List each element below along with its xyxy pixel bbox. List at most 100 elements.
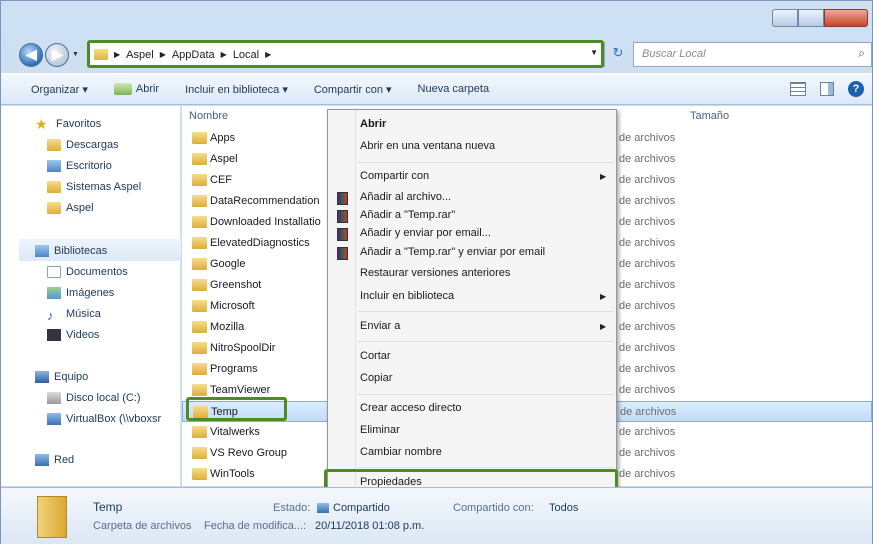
file-name: Programs bbox=[210, 363, 258, 375]
file-name: Google bbox=[210, 258, 246, 270]
file-name: DataRecommendation bbox=[210, 195, 320, 207]
view-options-icon[interactable] bbox=[790, 82, 806, 96]
file-type: de archivos bbox=[619, 258, 676, 270]
menu-item-add-to-temp-rar[interactable]: Añadir a "Temp.rar" bbox=[360, 209, 455, 229]
menu-item-create-shortcut[interactable]: Crear acceso directo bbox=[360, 402, 462, 422]
state-value: Compartido bbox=[317, 502, 390, 514]
menu-item-send-to[interactable]: Enviar a bbox=[360, 320, 400, 340]
menu-item-copy[interactable]: Copiar bbox=[360, 372, 392, 392]
maximize-button[interactable] bbox=[798, 9, 824, 27]
file-type: de archivos bbox=[620, 406, 677, 418]
menu-item-delete[interactable]: Eliminar bbox=[360, 424, 400, 444]
nav-label: Red bbox=[54, 454, 75, 466]
folder-icon bbox=[192, 237, 207, 249]
file-name: NitroSpoolDir bbox=[210, 342, 276, 354]
downloads-folder-icon bbox=[47, 139, 61, 151]
menu-item-open-new-window[interactable]: Abrir en una ventana nueva bbox=[360, 140, 495, 160]
winrar-icon bbox=[337, 210, 348, 223]
column-header-size[interactable]: Tamaño bbox=[690, 110, 729, 122]
minimize-button[interactable] bbox=[772, 9, 798, 27]
nav-computer[interactable]: Equipo bbox=[35, 368, 88, 386]
nav-videos[interactable]: Videos bbox=[47, 326, 99, 344]
help-icon[interactable]: ? bbox=[848, 81, 864, 97]
command-bar: Organizar ▾ Abrir Incluir en biblioteca … bbox=[1, 73, 872, 105]
state-value-text: Compartido bbox=[333, 502, 390, 514]
documents-icon bbox=[47, 266, 61, 278]
nav-desktop[interactable]: Escritorio bbox=[47, 157, 112, 175]
search-icon[interactable]: ⌕ bbox=[858, 46, 865, 61]
menu-item-add-temp-rar-email[interactable]: Añadir a "Temp.rar" y enviar por email bbox=[360, 246, 545, 266]
nav-documents[interactable]: Documentos bbox=[47, 263, 128, 281]
file-type: de archivos bbox=[619, 153, 676, 165]
nav-local-disk[interactable]: Disco local (C:) bbox=[47, 389, 141, 407]
menu-gutter bbox=[355, 110, 356, 492]
nav-aspel-systems[interactable]: Sistemas Aspel bbox=[47, 178, 141, 196]
back-button[interactable]: ◀ bbox=[19, 43, 43, 67]
search-input[interactable]: Buscar Local ⌕ bbox=[633, 42, 872, 67]
file-name: Vitalwerks bbox=[210, 426, 260, 438]
menu-item-add-to-archive[interactable]: Añadir al archivo... bbox=[360, 191, 451, 211]
open-button[interactable]: Abrir bbox=[113, 83, 159, 96]
folder-icon bbox=[192, 195, 207, 207]
recent-pages-chevron-icon[interactable]: ▼ bbox=[72, 51, 79, 58]
folder-icon bbox=[192, 132, 207, 144]
include-library-button[interactable]: Incluir en biblioteca ▾ bbox=[185, 83, 288, 96]
view-controls: ? bbox=[790, 81, 864, 97]
file-name: Greenshot bbox=[210, 279, 262, 291]
nav-libraries[interactable]: Bibliotecas bbox=[35, 242, 107, 260]
nav-downloads[interactable]: Descargas bbox=[47, 136, 119, 154]
folder-icon bbox=[192, 174, 207, 186]
file-type: de archivos bbox=[619, 342, 676, 354]
submenu-arrow-icon: ▶ bbox=[600, 172, 607, 181]
nav-label: Equipo bbox=[54, 371, 89, 383]
preview-pane-icon[interactable] bbox=[820, 82, 834, 96]
nav-virtualbox[interactable]: VirtualBox (\\vboxsr bbox=[47, 410, 161, 428]
folder-icon bbox=[192, 153, 207, 165]
window-controls bbox=[772, 9, 868, 27]
file-type: de archivos bbox=[619, 195, 676, 207]
submenu-arrow-icon: ▶ bbox=[600, 322, 607, 331]
nav-favorites[interactable]: ★ Favoritos bbox=[35, 115, 101, 133]
nav-label: Imágenes bbox=[66, 287, 115, 299]
column-header-name[interactable]: Nombre bbox=[189, 110, 228, 122]
nav-music[interactable]: ♪ Música bbox=[47, 305, 101, 323]
explorer-window: ◀ ▶ ▼ ▶ Aspel ▶ AppData ▶ Local ▶ ▼ ↻ Bu… bbox=[0, 0, 873, 544]
close-button[interactable] bbox=[824, 9, 868, 27]
menu-item-restore-versions[interactable]: Restaurar versiones anteriores bbox=[360, 267, 510, 287]
shared-with-label: Compartido con: bbox=[453, 502, 534, 514]
shared-users-icon bbox=[317, 503, 329, 514]
organize-button[interactable]: Organizar ▾ bbox=[31, 83, 88, 96]
modified-label: Fecha de modifica...: bbox=[204, 520, 307, 532]
menu-item-cut[interactable]: Cortar bbox=[360, 350, 391, 370]
menu-item-share-with[interactable]: Compartir con bbox=[360, 170, 429, 190]
nav-label: Escritorio bbox=[66, 160, 112, 172]
file-type: de archivos bbox=[619, 216, 676, 228]
menu-item-open[interactable]: Abrir bbox=[360, 118, 386, 138]
network-drive-icon bbox=[47, 413, 61, 425]
navigation-pane: ★ Favoritos Descargas Escritorio Sistemas… bbox=[1, 106, 181, 486]
file-name: WinTools bbox=[210, 468, 255, 480]
new-folder-button[interactable]: Nueva carpeta bbox=[418, 83, 490, 95]
folder-icon bbox=[192, 384, 207, 396]
menu-separator bbox=[358, 341, 614, 342]
folder-icon bbox=[192, 342, 207, 354]
nav-network[interactable]: Red bbox=[35, 451, 74, 469]
menu-item-include-library[interactable]: Incluir en biblioteca bbox=[360, 290, 454, 310]
file-name: Microsoft bbox=[210, 300, 255, 312]
file-name: VS Revo Group bbox=[210, 447, 288, 459]
share-button[interactable]: Compartir con ▾ bbox=[314, 83, 392, 96]
winrar-icon bbox=[337, 192, 348, 205]
file-type: de archivos bbox=[619, 363, 676, 375]
menu-item-compress-email[interactable]: Añadir y enviar por email... bbox=[360, 227, 491, 247]
forward-button[interactable]: ▶ bbox=[45, 43, 69, 67]
state-label: Estado: bbox=[273, 502, 311, 514]
nav-label: Descargas bbox=[66, 139, 119, 151]
nav-images[interactable]: Imágenes bbox=[47, 284, 114, 302]
menu-item-rename[interactable]: Cambiar nombre bbox=[360, 446, 442, 466]
file-type: de archivos bbox=[619, 279, 676, 291]
shared-with-value: Todos bbox=[549, 502, 579, 514]
refresh-icon[interactable]: ↻ bbox=[607, 45, 629, 65]
file-type: de archivos bbox=[619, 174, 676, 186]
nav-aspel[interactable]: Aspel bbox=[47, 199, 94, 217]
menu-separator bbox=[358, 162, 614, 163]
